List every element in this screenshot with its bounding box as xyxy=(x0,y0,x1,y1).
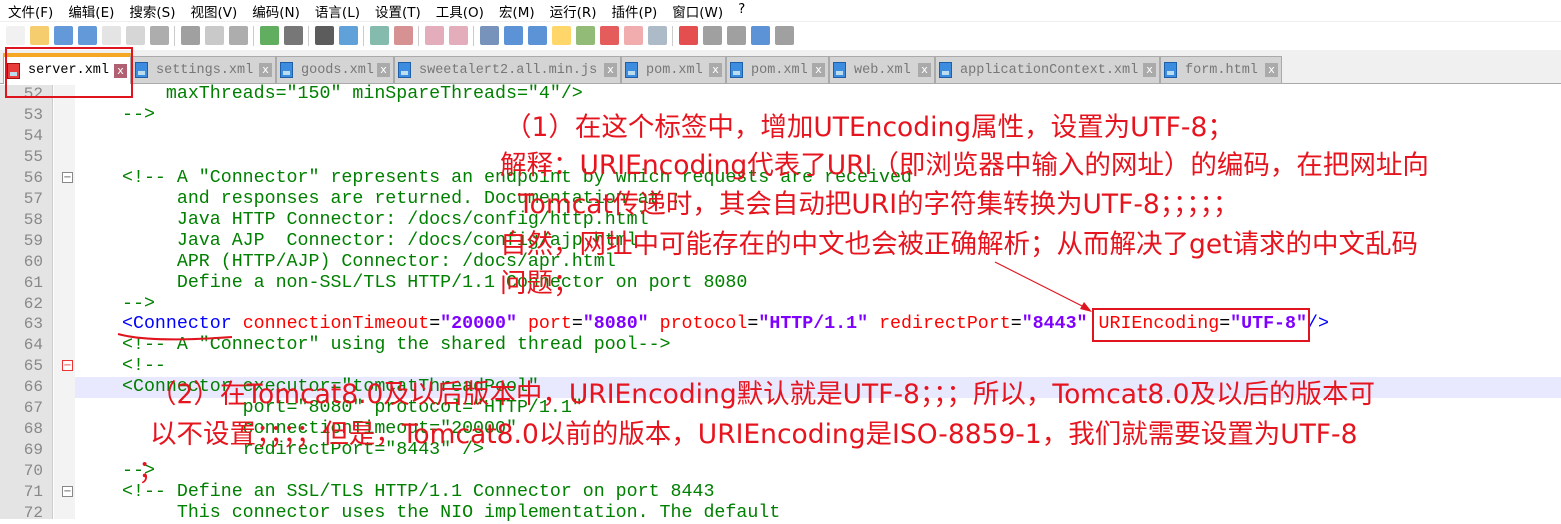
annotation-1: （1）在这个标签中，增加UTEncoding属性，设置为UTF-8； xyxy=(505,112,1234,143)
annotation-2: 解释：URIEncoding代表了URI（即浏览器中输入的网址）的编码，在把网址… xyxy=(500,150,1429,181)
annotation-5: 问题； xyxy=(500,268,580,299)
annotation-4: 自然，网址中可能存在的中文也会被正确解析；从而解决了get请求的中文乱码 xyxy=(500,229,1419,260)
annotation-8: ； xyxy=(138,455,165,486)
annotation-6: （2）在Tomcat8.0及以后版本中，URIEncoding默认就是UTF-8… xyxy=(150,379,1375,410)
connector-underline xyxy=(117,333,233,341)
annotation-7: 以不设置；；；；但是，Tomcat8.0以前的版本，URIEncoding是IS… xyxy=(150,419,1358,450)
annotation-3: Tomcat传递时，其会自动把URI的字符集转换为UTF-8；；；；； xyxy=(518,189,1240,220)
